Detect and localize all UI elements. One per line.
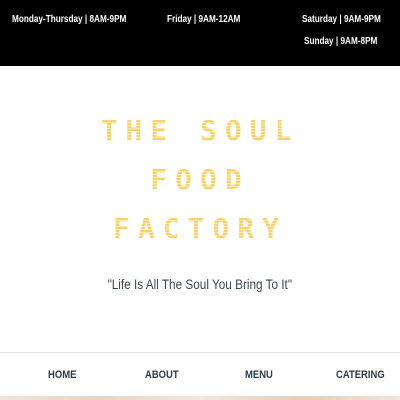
logo-title-line-2: FOOD: [0, 163, 400, 197]
hours-saturday: Saturday | 9AM-9PM: [302, 14, 381, 25]
nav-catering[interactable]: CATERING: [336, 369, 385, 381]
tagline: "Life Is All The Soul You Bring To It": [0, 276, 400, 292]
page: Monday-Thursday | 8AM-9PM Friday | 9AM-1…: [0, 0, 400, 400]
tagline-text: "Life Is All The Soul You Bring To It": [107, 276, 293, 292]
hours-friday: Friday | 9AM-12AM: [167, 14, 241, 25]
logo-title-line-1: THE SOUL: [0, 114, 400, 148]
nav-menu[interactable]: MENU: [245, 369, 273, 381]
main-nav: HOME ABOUT MENU CATERING: [0, 352, 400, 400]
hours-bar: Monday-Thursday | 8AM-9PM Friday | 9AM-1…: [0, 0, 400, 66]
hero-image-edge: [0, 396, 400, 400]
nav-about[interactable]: ABOUT: [145, 369, 179, 381]
hero-section: THE SOUL FOOD FACTORY "Life Is All The S…: [0, 66, 400, 352]
hours-weekdays: Monday-Thursday | 8AM-9PM: [12, 14, 127, 25]
hours-sunday: Sunday | 9AM-8PM: [304, 36, 378, 47]
nav-home[interactable]: HOME: [48, 369, 76, 381]
logo-title-line-3: FACTORY: [0, 212, 400, 246]
